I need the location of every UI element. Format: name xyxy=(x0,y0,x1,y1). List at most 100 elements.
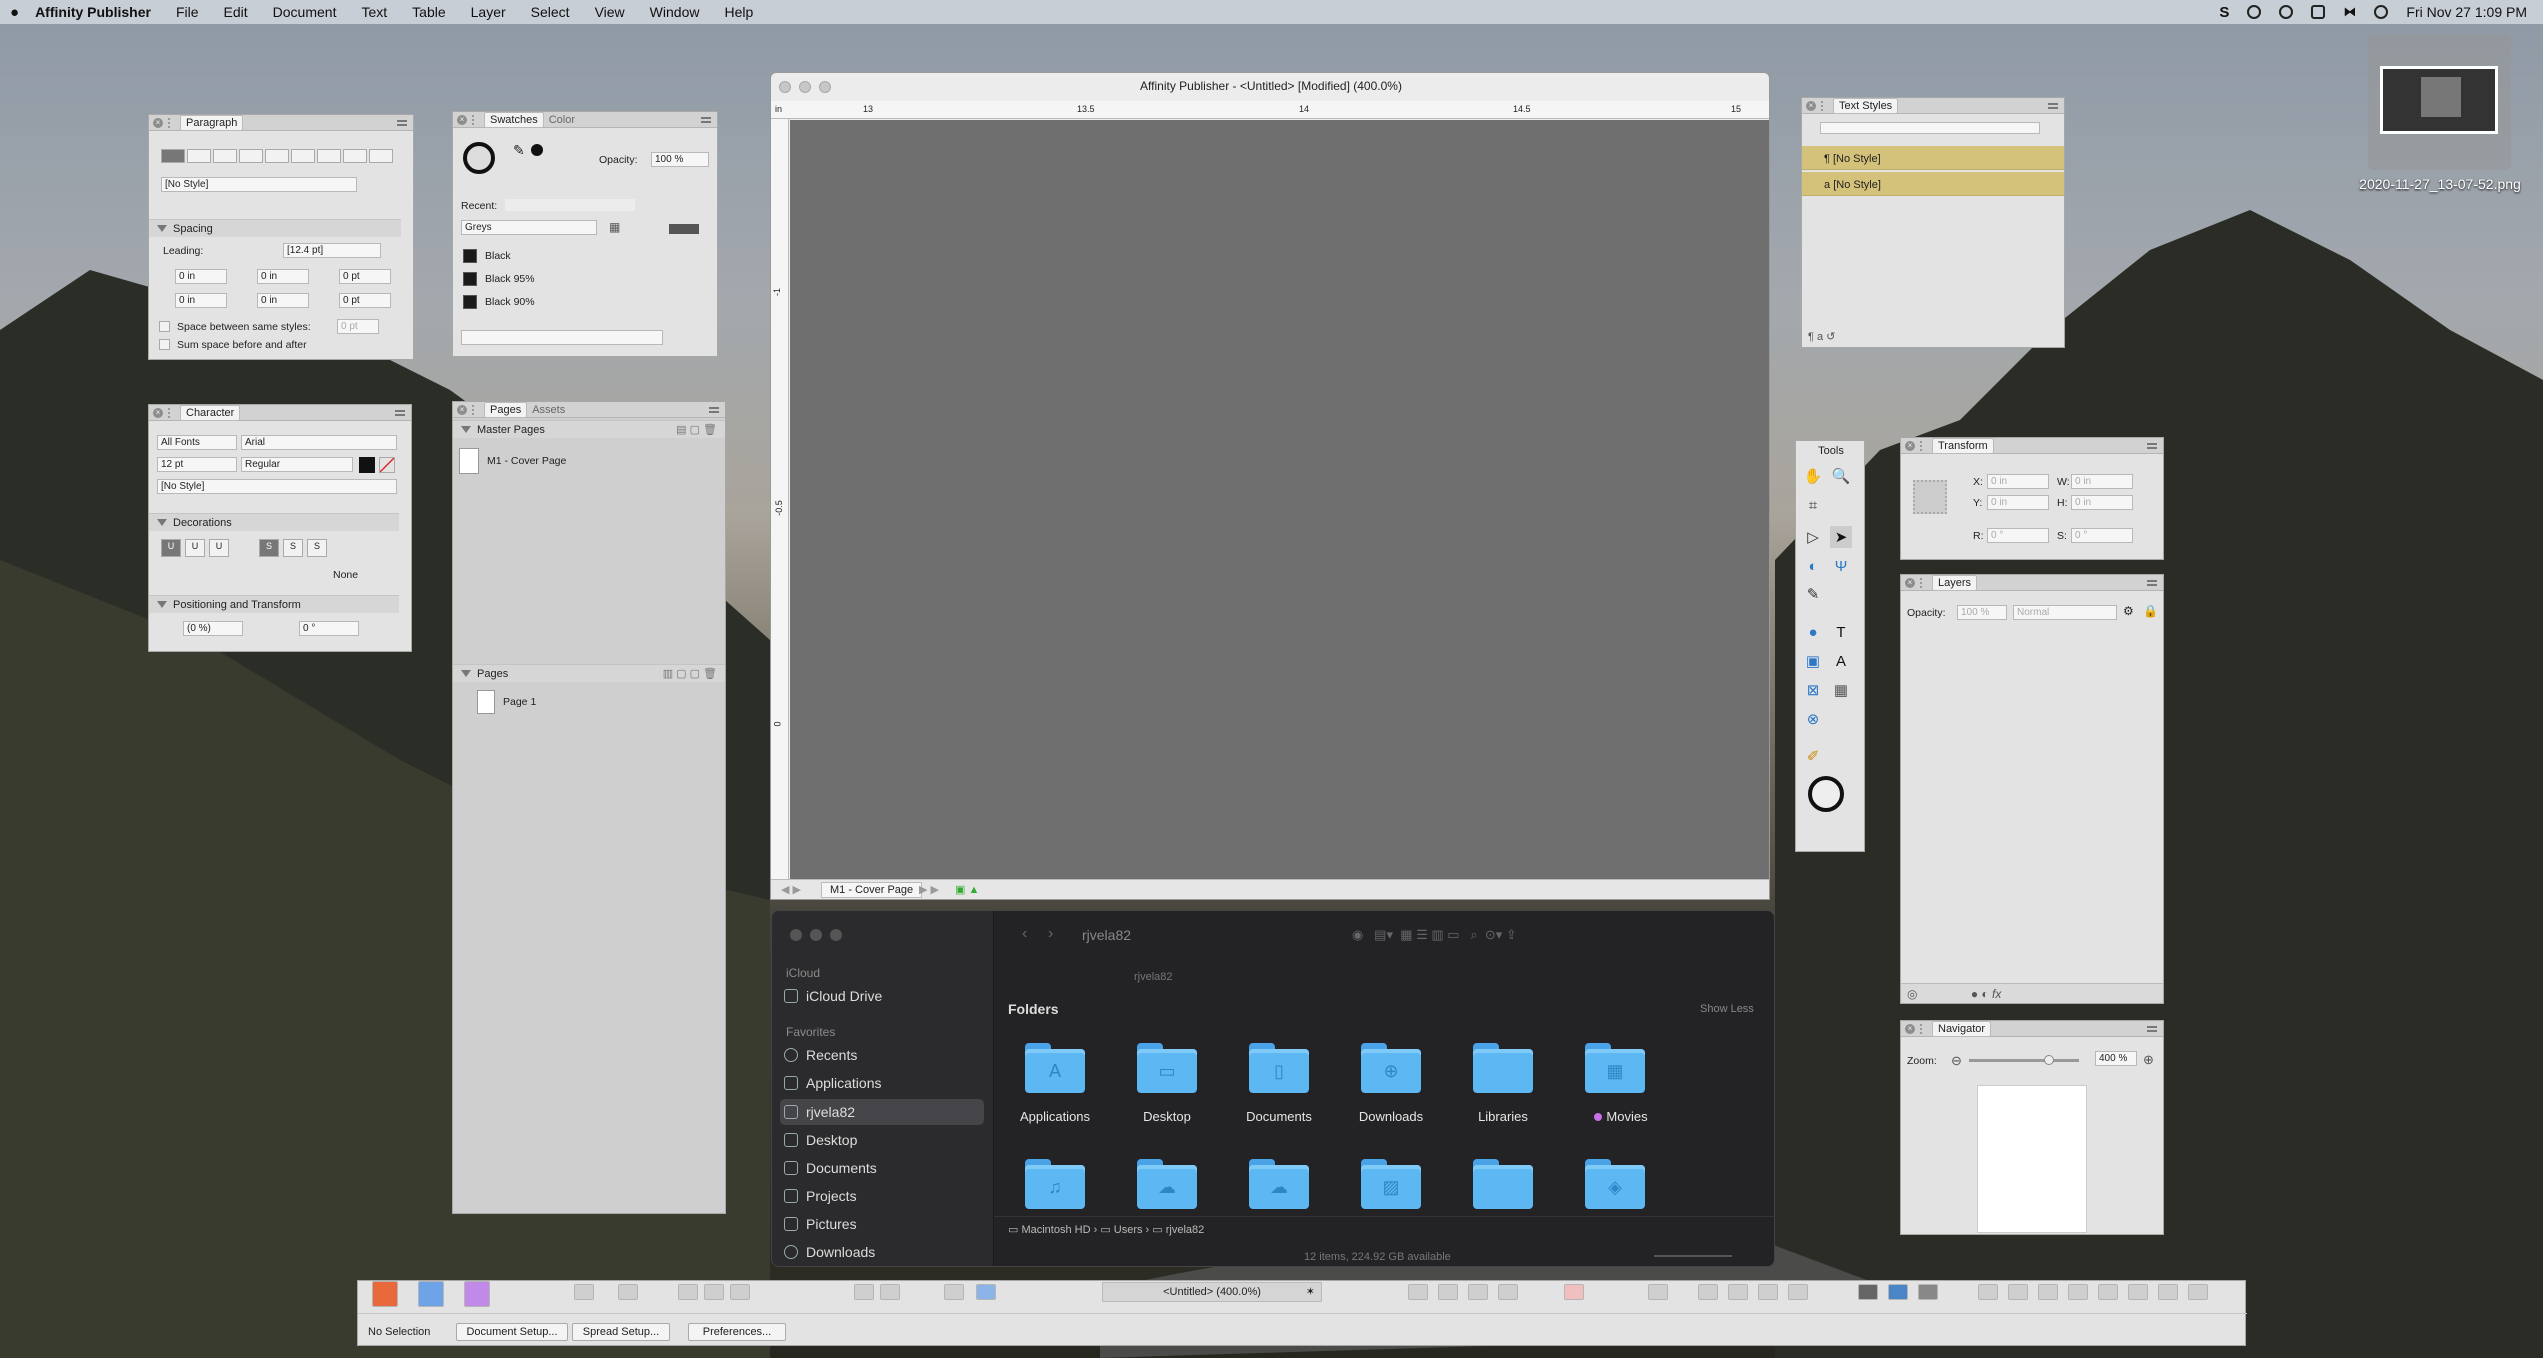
grip-icon[interactable] xyxy=(168,407,174,418)
toolbar-icon[interactable] xyxy=(1438,1284,1458,1300)
text-style-row[interactable]: a [No Style] xyxy=(1802,172,2064,196)
text-highlight-swatch[interactable] xyxy=(379,457,395,473)
folder-icloud-2[interactable]: ☁ xyxy=(1249,1159,1309,1209)
rotation-field[interactable]: 0 ° xyxy=(1987,528,2049,543)
justify-left-button[interactable] xyxy=(239,149,263,163)
close-icon[interactable]: × xyxy=(457,404,467,415)
align-away-spine-button[interactable] xyxy=(369,149,393,163)
sidebar-item-home[interactable]: rjvela82 xyxy=(806,1104,855,1120)
fill-stroke-icon[interactable] xyxy=(1808,776,1844,812)
right-indent-field[interactable]: 0 in xyxy=(175,293,227,308)
apple-icon[interactable]: ● xyxy=(10,4,19,21)
page-item[interactable]: Page 1 xyxy=(503,696,536,708)
font-family-select[interactable]: Arial xyxy=(241,435,397,450)
zoom-tool-icon[interactable]: 🔍 xyxy=(1830,465,1852,487)
sidebar-item-projects[interactable]: Projects xyxy=(806,1188,857,1204)
document-setup-button[interactable]: Document Setup... xyxy=(456,1323,568,1341)
menu-layer[interactable]: Layer xyxy=(471,4,506,20)
layer-opacity-field[interactable]: 100 % xyxy=(1957,605,2007,620)
toolbar-icons[interactable]: ◉ ▤▾ ▦ ☰ ▥ ▭ ⌕ ⊙▾ ⇪ xyxy=(1352,927,1517,943)
space-before-field[interactable]: 0 pt xyxy=(339,269,391,284)
collapse-icon[interactable] xyxy=(157,519,167,526)
fill-tool-icon[interactable]: Ψ xyxy=(1830,555,1852,577)
toolbar-icon[interactable] xyxy=(1858,1284,1878,1300)
toolbar-icon[interactable] xyxy=(1788,1284,1808,1300)
menu-file[interactable]: File xyxy=(176,4,199,20)
folder-public[interactable]: ◈ xyxy=(1585,1159,1645,1209)
back-icon[interactable]: ‹ xyxy=(1022,925,1027,943)
panel-menu-icon[interactable] xyxy=(701,116,711,123)
tab-transform[interactable]: Transform xyxy=(1932,438,1994,454)
picture-frame-tool-icon[interactable]: ▣ xyxy=(1802,650,1824,672)
icon-size-slider[interactable] xyxy=(1654,1255,1732,1257)
align-left-button[interactable] xyxy=(161,149,185,163)
swatch-search-input[interactable] xyxy=(461,330,663,345)
last-line-indent-field[interactable]: 0 in xyxy=(257,293,309,308)
path-item[interactable]: Users xyxy=(1114,1224,1143,1236)
panel-menu-icon[interactable] xyxy=(2147,442,2157,449)
folder-downloads[interactable]: ⊕ xyxy=(1361,1043,1421,1093)
menubar-clock[interactable]: Fri Nov 27 1:09 PM xyxy=(2406,4,2527,20)
font-collection-select[interactable]: All Fonts xyxy=(157,435,237,450)
sidebar-item-downloads[interactable]: Downloads xyxy=(806,1244,875,1260)
font-weight-select[interactable]: Regular xyxy=(241,457,353,472)
page-actions-icon[interactable]: ▥ ▢ ▢ 🗑 xyxy=(663,667,717,680)
close-icon[interactable]: × xyxy=(1806,100,1816,111)
tab-text-styles[interactable]: Text Styles xyxy=(1833,98,1899,114)
folder-pictures[interactable]: ▨ xyxy=(1361,1159,1421,1209)
desktop-file[interactable] xyxy=(2368,34,2511,170)
table-tool-icon[interactable]: ▦ xyxy=(1830,679,1852,701)
sum-space-checkbox[interactable] xyxy=(159,339,170,350)
character-style-select[interactable]: [No Style] xyxy=(157,479,397,494)
folder-label[interactable]: Movies xyxy=(1566,1109,1676,1124)
close-icon[interactable]: × xyxy=(1905,1023,1915,1034)
current-color-icon[interactable] xyxy=(531,144,543,156)
toolbar-icon[interactable] xyxy=(1498,1284,1518,1300)
master-page-thumbnail[interactable] xyxy=(459,448,479,474)
grip-icon[interactable] xyxy=(1920,1023,1926,1034)
panel-menu-icon[interactable] xyxy=(709,406,719,413)
left-indent-field[interactable]: 0 in xyxy=(175,269,227,284)
toolbar-icon[interactable] xyxy=(1698,1284,1718,1300)
justify-right-button[interactable] xyxy=(291,149,315,163)
page-thumbnail[interactable] xyxy=(477,690,495,714)
tab-character[interactable]: Character xyxy=(180,405,241,421)
path-item[interactable]: Macintosh HD xyxy=(1021,1224,1090,1236)
align-right-button[interactable] xyxy=(213,149,237,163)
folder-label[interactable]: Desktop xyxy=(1112,1109,1222,1124)
menu-select[interactable]: Select xyxy=(531,4,570,20)
toolbar-icon[interactable] xyxy=(678,1284,698,1300)
grip-icon[interactable] xyxy=(1821,100,1827,111)
menu-document[interactable]: Document xyxy=(273,4,337,20)
tab-color[interactable]: Color xyxy=(544,113,580,127)
color-picker-tool-icon[interactable]: ◐ xyxy=(1802,555,1824,577)
tab-assets[interactable]: Assets xyxy=(527,403,570,417)
toolbar-icon[interactable] xyxy=(1918,1284,1938,1300)
swatch-black-90[interactable] xyxy=(463,295,477,309)
folder-desktop[interactable]: ▭ xyxy=(1137,1043,1197,1093)
grip-icon[interactable] xyxy=(472,114,478,125)
panel-menu-icon[interactable] xyxy=(2147,579,2157,586)
h-field[interactable]: 0 in xyxy=(2071,495,2133,510)
pen-tool-icon[interactable]: ✎ xyxy=(1802,583,1824,605)
ellipse-tool-icon[interactable]: ● xyxy=(1802,621,1824,643)
underline-button[interactable]: U xyxy=(161,539,181,557)
toolbar-icon[interactable] xyxy=(618,1284,638,1300)
strikethrough-style-button[interactable]: S xyxy=(307,539,327,557)
zoom-slider-knob[interactable] xyxy=(2044,1055,2054,1065)
next-page-icon[interactable]: ▶ ▶ xyxy=(919,883,939,896)
panel-menu-icon[interactable] xyxy=(2147,1025,2157,1032)
status-icon-2[interactable] xyxy=(2279,5,2294,19)
underline-style-button[interactable]: U xyxy=(209,539,229,557)
prev-page-icon[interactable]: ◀ ▶ xyxy=(781,883,801,896)
photo-persona-icon[interactable] xyxy=(464,1281,490,1307)
align-towards-spine-button[interactable] xyxy=(343,149,367,163)
toolbar-icon[interactable] xyxy=(2188,1284,2208,1300)
sidebar-item-desktop[interactable]: Desktop xyxy=(806,1132,857,1148)
publisher-persona-icon[interactable] xyxy=(372,1281,398,1307)
menu-app-name[interactable]: Affinity Publisher xyxy=(35,4,151,20)
panel-menu-icon[interactable] xyxy=(397,119,407,126)
close-icon[interactable]: ✶ xyxy=(1306,1283,1315,1301)
justify-all-button[interactable] xyxy=(317,149,341,163)
close-icon[interactable]: × xyxy=(1905,577,1915,588)
